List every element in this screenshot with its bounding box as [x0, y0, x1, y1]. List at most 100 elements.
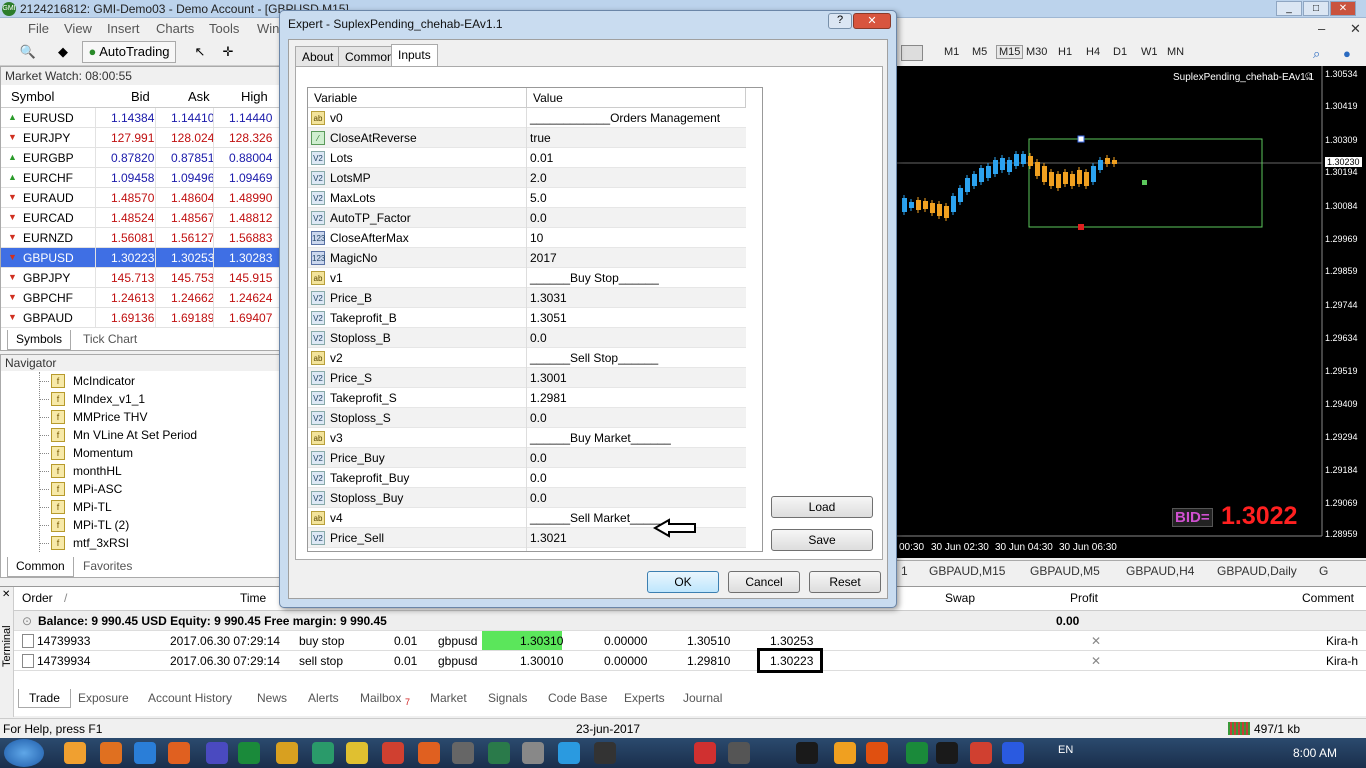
input-row[interactable]: ⁄ CloseAtReverse true [308, 128, 746, 148]
input-value[interactable]: ______Buy Stop______ [530, 271, 659, 285]
paint-icon[interactable] [346, 742, 368, 764]
language-indicator[interactable]: EN [1058, 744, 1073, 756]
chart-tab-0[interactable]: 1 [901, 564, 908, 578]
search-icon[interactable]: ⌕ [1313, 46, 1320, 62]
input-row[interactable]: V2 LotsMP 2.0 [308, 168, 746, 188]
input-row[interactable]: V2 Takeprofit_B 1.3051 [308, 308, 746, 328]
tab-tick-chart[interactable]: Tick Chart [83, 332, 137, 352]
input-value[interactable]: 1.2981 [530, 551, 567, 552]
input-row[interactable]: V2 MaxLots 5.0 [308, 188, 746, 208]
order-row[interactable]: 14739934 2017.06.30 07:29:14 sell stop 0.01… [14, 648, 1366, 673]
chart-zoom-icon[interactable]: 🔍 [16, 41, 40, 63]
tab-market[interactable]: Market [430, 691, 467, 705]
input-value[interactable]: 10 [530, 231, 543, 245]
input-row[interactable]: V2 Stoploss_Buy 0.0 [308, 488, 746, 508]
mt-icon[interactable] [312, 742, 334, 764]
menu-insert[interactable]: Insert [107, 21, 140, 36]
grid-header-value[interactable]: Value [527, 88, 746, 108]
app-icon[interactable] [866, 742, 888, 764]
help-button[interactable]: ? [828, 13, 852, 29]
community-icon[interactable]: ● [1343, 46, 1351, 61]
mt4-icon[interactable] [452, 742, 474, 764]
input-value[interactable]: true [530, 131, 551, 145]
calendar-icon[interactable] [694, 742, 716, 764]
tab-exposure[interactable]: Exposure [78, 691, 129, 705]
start-button[interactable] [4, 739, 44, 767]
tab-symbols[interactable]: Symbols [7, 330, 72, 350]
cursor-icon[interactable]: ↖ [190, 41, 210, 63]
market-watch-row[interactable]: ▼ EURJPY 127.991 128.024 128.326 [1, 128, 279, 148]
market-watch-row[interactable]: ▼ GBPUSD 1.30223 1.30253 1.30283 [1, 248, 279, 268]
terminal-close-icon[interactable]: ✕ [2, 589, 10, 600]
col-swap[interactable]: Swap [945, 591, 975, 605]
app-icon[interactable] [1002, 742, 1024, 764]
tab-journal[interactable]: Journal [683, 691, 722, 705]
grid-header-variable[interactable]: Variable [308, 88, 527, 108]
input-value[interactable]: 1.3021 [530, 531, 567, 545]
market-watch-row[interactable]: ▼ GBPAUD 1.69136 1.69189 1.69407 [1, 308, 279, 328]
folder-icon[interactable] [276, 742, 298, 764]
clock[interactable]: 8:00 AM [1293, 746, 1337, 760]
tab-trade[interactable]: Trade [18, 689, 71, 708]
col-high[interactable]: High [241, 89, 268, 104]
app-icon[interactable] [936, 742, 958, 764]
input-value[interactable]: ______Buy Market______ [530, 431, 671, 445]
market-watch-row[interactable]: ▼ EURAUD 1.48570 1.48604 1.48990 [1, 188, 279, 208]
input-value[interactable]: 0.0 [530, 331, 547, 345]
order-row[interactable]: 14739933 2017.06.30 07:29:14 buy stop 0.01 g… [14, 631, 1366, 651]
chart-tab-gbpaud-m5[interactable]: GBPAUD,M5 [1030, 564, 1100, 578]
mt4-icon[interactable] [522, 742, 544, 764]
chart-tab-gbpaud-daily[interactable]: GBPAUD,Daily [1217, 564, 1297, 578]
maximize-button[interactable]: □ [1303, 1, 1329, 16]
excel-icon[interactable] [238, 742, 260, 764]
menu-charts[interactable]: Charts [156, 21, 194, 36]
input-value[interactable]: 5.0 [530, 191, 547, 205]
terminal-icon[interactable] [594, 742, 616, 764]
save-button[interactable]: Save [771, 529, 873, 551]
col-ask[interactable]: Ask [188, 89, 210, 104]
market-watch-row[interactable]: ▲ EURUSD 1.14384 1.14410 1.14440 [1, 108, 279, 128]
tab-mailbox[interactable]: Mailbox [360, 691, 401, 705]
input-row[interactable]: V2 Takeprofit_S 1.2981 [308, 388, 746, 408]
tf-w1[interactable]: W1 [1141, 46, 1158, 58]
market-watch-row[interactable]: ▼ EURCAD 1.48524 1.48567 1.48812 [1, 208, 279, 228]
reset-button[interactable]: Reset [809, 571, 881, 593]
chart-tab-gbpaud-h4[interactable]: GBPAUD,H4 [1126, 564, 1194, 578]
input-value[interactable]: 2.0 [530, 171, 547, 185]
tab-account-history[interactable]: Account History [148, 691, 232, 705]
input-row[interactable]: V2 Takeprofit_Sell 1.2981 [308, 548, 746, 552]
gmi-icon[interactable] [488, 742, 510, 764]
price-chart[interactable]: SuplexPending_chehab-EAv1.1 ☺ 00:30 30 J… [897, 66, 1366, 558]
close-order-icon[interactable]: ✕ [1091, 654, 1101, 668]
tf-mn[interactable]: MN [1167, 46, 1184, 58]
chart-type-icon[interactable] [901, 45, 923, 61]
input-value[interactable]: ____________Orders Management [530, 111, 720, 125]
market-watch-row[interactable]: ▼ GBPJPY 145.713 145.753 145.915 [1, 268, 279, 288]
input-value[interactable]: ______Sell Market______ [530, 511, 670, 525]
input-value[interactable]: 0.0 [530, 491, 547, 505]
tf-h1[interactable]: H1 [1058, 46, 1072, 58]
input-row[interactable]: ab v1 ______Buy Stop______ [308, 268, 746, 288]
col-bid[interactable]: Bid [131, 89, 150, 104]
ok-button[interactable]: OK [647, 571, 719, 593]
input-row[interactable]: V2 Price_B 1.3031 [308, 288, 746, 308]
tf-m1[interactable]: M1 [944, 46, 959, 58]
tf-m15[interactable]: M15 [996, 45, 1024, 59]
input-value[interactable]: 1.3051 [530, 311, 567, 325]
market-watch-row[interactable]: ▼ GBPCHF 1.24613 1.24662 1.24624 [1, 288, 279, 308]
col-order[interactable]: Order [22, 591, 53, 605]
browser-icon[interactable] [64, 742, 86, 764]
mdi-close-icon[interactable]: ✕ [1350, 21, 1361, 37]
chrome-icon[interactable] [382, 742, 404, 764]
telegram-icon[interactable] [558, 742, 580, 764]
input-value[interactable]: 0.0 [530, 211, 547, 225]
crosshair-icon[interactable]: ✛ [218, 41, 238, 63]
market-watch-row[interactable]: ▲ EURGBP 0.87820 0.87851 0.88004 [1, 148, 279, 168]
autotrading-button[interactable]: ● AutoTrading [82, 41, 176, 63]
input-value[interactable]: 1.2981 [530, 391, 567, 405]
tab-favorites[interactable]: Favorites [83, 559, 132, 579]
input-row[interactable]: V2 Stoploss_S 0.0 [308, 408, 746, 428]
tab-inputs[interactable]: Inputs [391, 44, 438, 67]
input-value[interactable]: 1.3001 [530, 371, 567, 385]
input-row[interactable]: 123 CloseAfterMax 10 [308, 228, 746, 248]
